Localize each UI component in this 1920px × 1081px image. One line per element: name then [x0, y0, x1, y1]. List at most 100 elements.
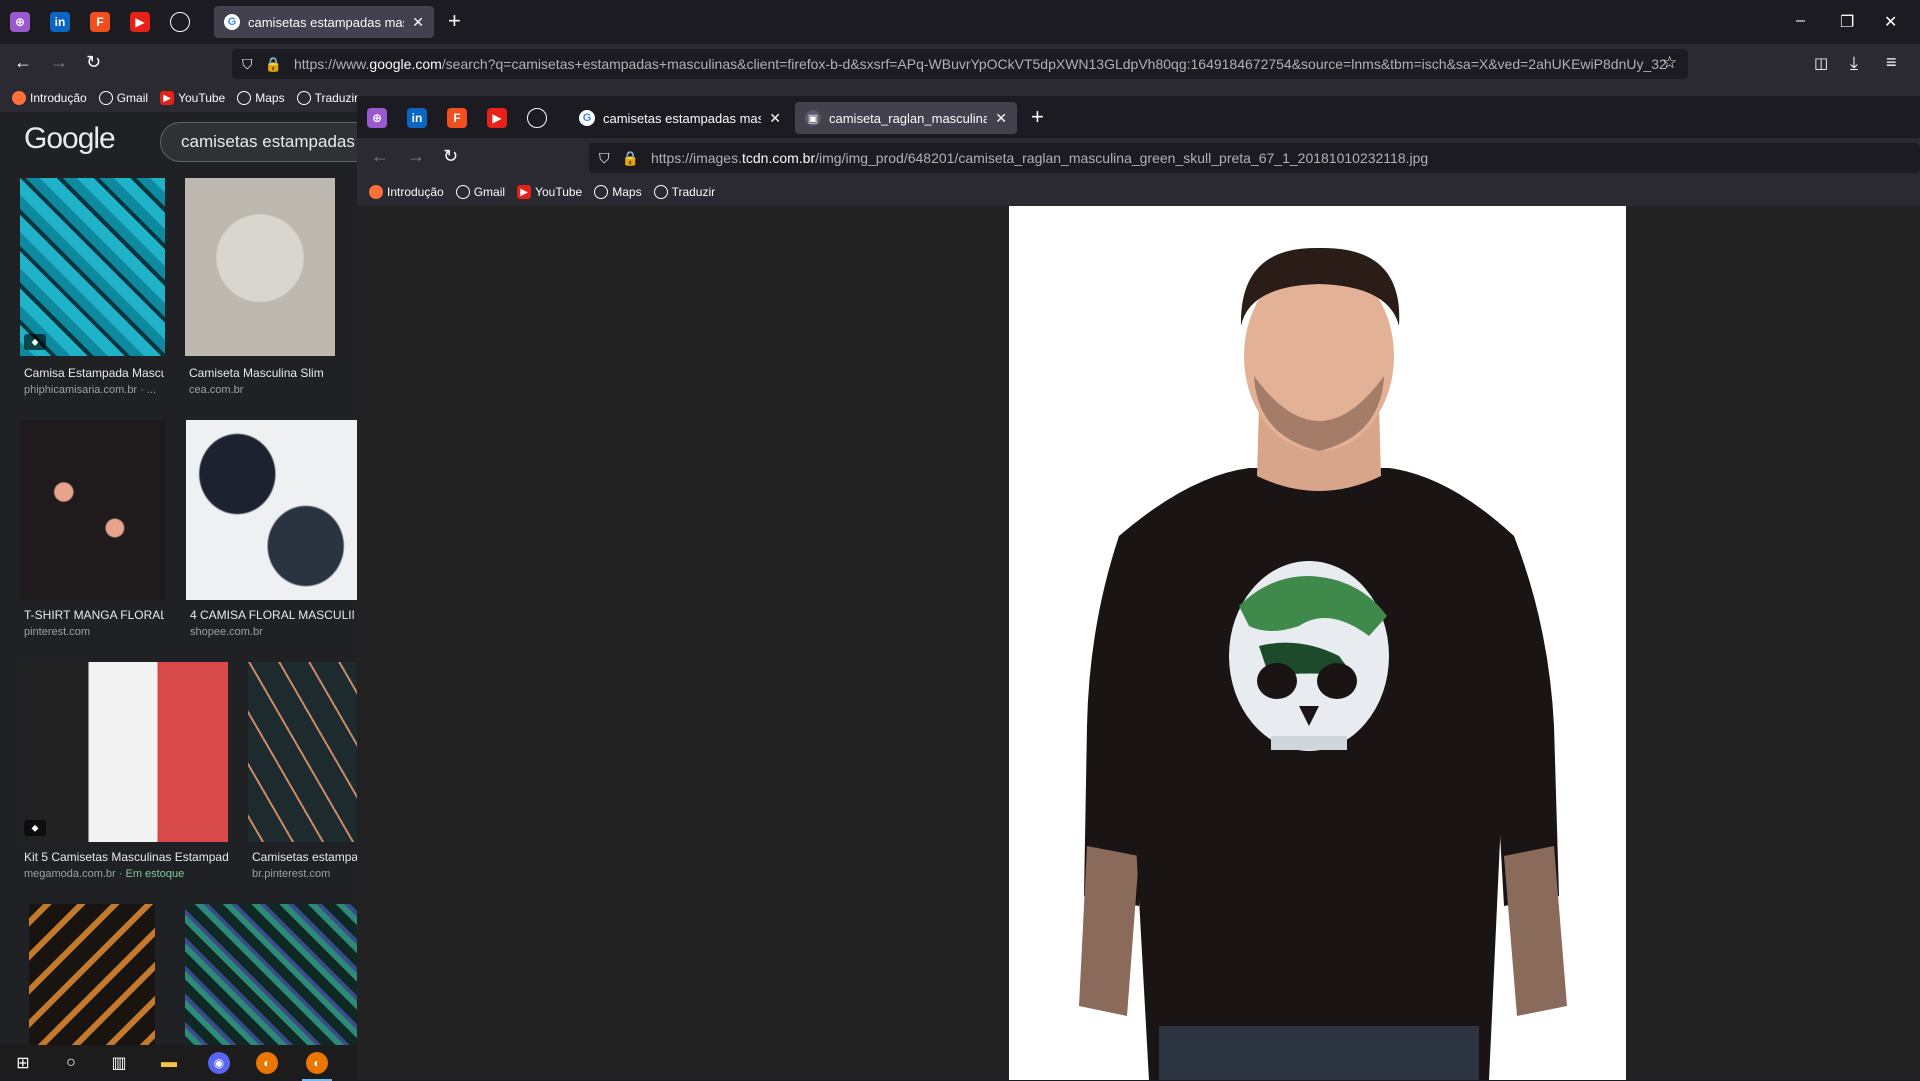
pinned-tab-tor[interactable]: ⊕ [367, 108, 387, 128]
globe-icon [98, 91, 113, 105]
lock-icon[interactable]: 🔒 [622, 150, 639, 167]
tor-icon: ⊕ [371, 111, 383, 125]
bookmark-gmail[interactable]: Gmail [455, 185, 505, 199]
image-viewer [357, 206, 1920, 1080]
result-thumbnail[interactable] [20, 420, 166, 600]
tab-close-icon[interactable]: ✕ [412, 14, 424, 31]
tab-title: camisetas estampadas masculinas [603, 110, 762, 126]
pinned-tab-linkedin[interactable]: in [407, 108, 427, 128]
result-thumbnail[interactable] [185, 904, 357, 1050]
globe-icon [237, 91, 252, 105]
bookmark-introducao[interactable]: Introdução [369, 185, 444, 199]
browser-window-image: ⊕ in F ▶ G camisetas estampadas masculin… [357, 96, 1920, 1080]
pinned-tab-youtube[interactable]: ▶ [487, 108, 507, 128]
result-title[interactable]: Camisa Estampada Masculina [24, 366, 164, 380]
result-title[interactable]: Kit 5 Camisetas Masculinas Estampadas [24, 850, 228, 864]
result-thumbnail[interactable]: ⬥ [20, 662, 228, 842]
pinned-tab-youtube[interactable]: ▶ [130, 12, 150, 32]
url-bar[interactable]: ⛉ 🔒 https://www. google.com/search?q=cami… [232, 49, 1688, 79]
image-favicon-icon: ▣ [805, 110, 821, 126]
result-thumbnail[interactable] [248, 662, 360, 842]
tab-image[interactable]: ▣ camiseta_raglan_masculina_green_skull … [795, 102, 1017, 134]
tab-title: camisetas estampadas masculinas [248, 14, 404, 30]
pocket-icon[interactable]: ◫ [1814, 54, 1828, 72]
url-path: /search?q=camisetas+estampadas+masculina… [441, 56, 1667, 72]
restore-button[interactable]: ❐ [1840, 12, 1854, 32]
lock-icon[interactable]: 🔒 [265, 56, 282, 73]
in-stock-label: Em estoque [125, 868, 185, 880]
shield-icon[interactable]: ⛉ [599, 150, 610, 167]
bookmark-maps[interactable]: Maps [237, 91, 285, 105]
figma-icon: F [96, 15, 104, 29]
bookmark-traduzir[interactable]: Traduzir [653, 185, 715, 199]
tab-google-search[interactable]: G camisetas estampadas masculinas ✕ [214, 6, 434, 38]
reload-button[interactable]: ↻ [86, 52, 101, 73]
bookmark-gmail[interactable]: Gmail [98, 91, 148, 105]
menu-icon[interactable]: ≡ [1886, 52, 1897, 73]
globe-icon [653, 185, 668, 199]
tab-google-search[interactable]: G camisetas estampadas masculinas ✕ [569, 102, 791, 134]
pinned-tab-tor[interactable]: ⊕ [10, 12, 30, 32]
new-tab-button[interactable]: + [1031, 106, 1044, 128]
result-source[interactable]: shopee.com.br [190, 626, 354, 638]
tag-icon: ⬥ [24, 334, 46, 350]
result-source[interactable]: br.pinterest.com [252, 868, 360, 880]
back-button[interactable]: ← [14, 52, 32, 73]
result-source[interactable]: cea.com.br [189, 384, 335, 396]
shield-icon[interactable]: ⛉ [242, 56, 253, 73]
file-explorer-icon[interactable]: ▬ [158, 1052, 180, 1074]
cortana-icon[interactable]: ○ [60, 1052, 82, 1074]
forward-button[interactable]: → [407, 146, 425, 167]
google-search-input[interactable]: camisetas estampadas masculinas [160, 122, 360, 162]
bookmarks-toolbar: Introdução Gmail ▶ YouTube Maps Traduzir [357, 178, 1920, 206]
bookmark-traduzir[interactable]: Traduzir [296, 91, 358, 105]
back-button[interactable]: ← [371, 146, 389, 167]
google-logo[interactable]: Google [24, 122, 116, 156]
tor-icon: ⊕ [14, 15, 26, 29]
reload-button[interactable]: ↻ [443, 146, 458, 167]
globe-icon [594, 185, 609, 199]
pinned-tab-globe[interactable] [527, 108, 547, 128]
forward-button[interactable]: → [50, 52, 68, 73]
result-thumbnail[interactable] [185, 178, 335, 356]
pinned-tab-figma[interactable]: F [447, 108, 467, 128]
bookmark-youtube[interactable]: ▶ YouTube [517, 185, 582, 199]
bookmark-maps[interactable]: Maps [594, 185, 642, 199]
blender-icon[interactable]: ◐ [256, 1052, 278, 1074]
result-title[interactable]: 4 CAMISA FLORAL MASCULINA [190, 608, 354, 622]
url-path: /img/img_prod/648201/camiseta_raglan_mas… [815, 150, 1429, 166]
tab-title: camiseta_raglan_masculina_green_skull [829, 110, 988, 126]
bookmark-star-icon[interactable]: ☆ [1662, 53, 1677, 73]
tab-close-icon[interactable]: ✕ [769, 110, 781, 127]
result-thumbnail[interactable]: ⬥ [20, 178, 165, 356]
result-source[interactable]: phiphicamisaria.com.br · ... [24, 384, 164, 396]
blender-icon-2[interactable]: ◐ [302, 1052, 332, 1081]
minimize-button[interactable]: – [1796, 12, 1805, 30]
tab-strip: ⊕ in F ▶ G camisetas estampadas masculin… [0, 0, 1920, 44]
result-title[interactable]: T-SHIRT MANGA FLORAL [24, 608, 164, 622]
task-view-icon[interactable]: ▥ [108, 1052, 130, 1074]
close-window-button[interactable]: ✕ [1884, 12, 1897, 32]
result-source[interactable]: pinterest.com [24, 626, 164, 638]
url-bar[interactable]: ⛉ 🔒 https://images. tcdn.com.br/img/img_p… [589, 143, 1920, 173]
tab-close-icon[interactable]: ✕ [995, 110, 1007, 127]
result-thumbnail[interactable] [186, 420, 357, 600]
youtube-notify-icon: ▶ [492, 111, 502, 125]
result-source[interactable]: megamoda.com.br · Em estoque [24, 868, 228, 880]
pinned-tab-linkedin[interactable]: in [50, 12, 70, 32]
new-tab-button[interactable]: + [448, 10, 461, 32]
google-images-page: Google camisetas estampadas masculinas ⬥… [0, 112, 360, 1050]
product-image[interactable] [1009, 206, 1626, 1080]
globe-icon [296, 91, 311, 105]
pinned-tab-figma[interactable]: F [90, 12, 110, 32]
pinned-tab-globe[interactable] [170, 12, 190, 32]
bookmark-introducao[interactable]: Introdução [12, 91, 87, 105]
windows-start-icon[interactable]: ⊞ [12, 1052, 34, 1074]
discord-icon[interactable]: ◉ [208, 1052, 230, 1074]
man-in-skull-raglan-tshirt-photo [1009, 206, 1626, 1080]
result-title[interactable]: Camiseta Masculina Slim [189, 366, 335, 380]
bookmark-youtube[interactable]: ▶ YouTube [160, 91, 225, 105]
result-thumbnail[interactable] [29, 904, 155, 1050]
result-title[interactable]: Camisetas estampadas [252, 850, 360, 864]
downloads-icon[interactable]: ⤓ [1850, 53, 1858, 74]
